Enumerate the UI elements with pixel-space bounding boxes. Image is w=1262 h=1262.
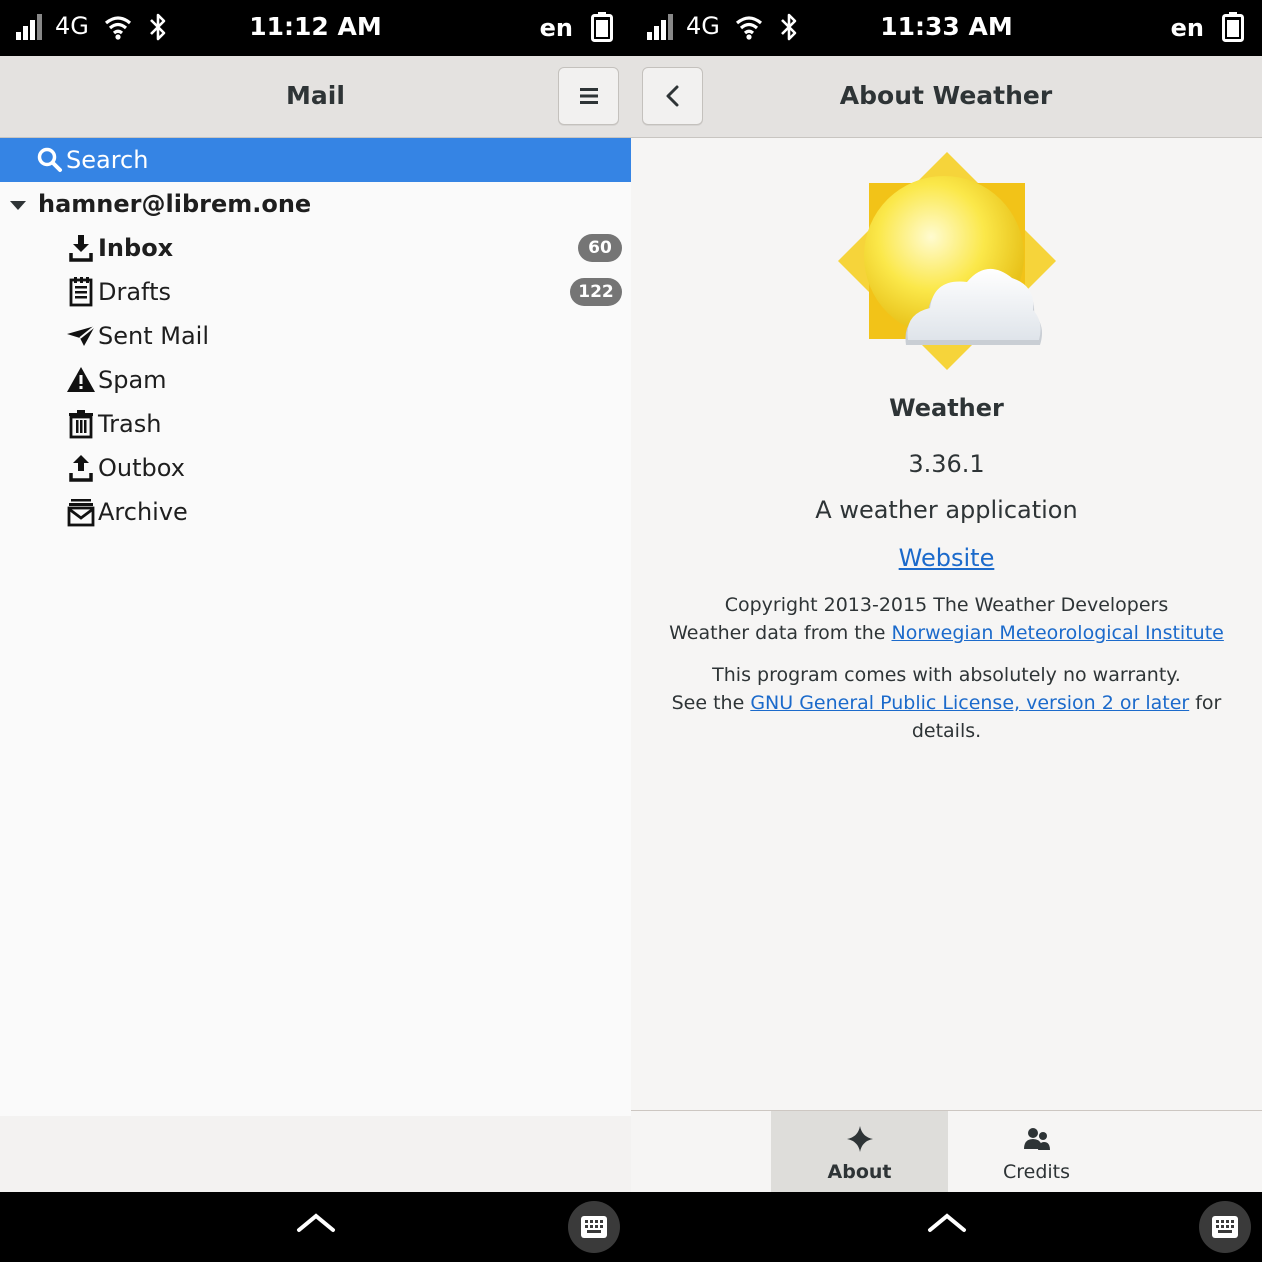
status-bar: 4G 11:33 AM en <box>631 0 1262 56</box>
data-source-text: Weather data from the Norwegian Meteorol… <box>651 619 1242 647</box>
license-text: See the GNU General Public License, vers… <box>661 689 1232 745</box>
sent-icon <box>67 325 96 346</box>
tab-about[interactable]: About <box>771 1111 948 1193</box>
folder-label: Outbox <box>98 454 185 482</box>
about-content: Weather 3.36.1 A weather application Web… <box>631 138 1262 1110</box>
bottom-bar <box>631 1192 1262 1262</box>
weather-app-icon <box>838 152 1056 370</box>
keyboard-language: en <box>1170 14 1204 42</box>
tab-label: About <box>827 1161 892 1183</box>
back-button[interactable] <box>642 67 703 125</box>
folder-list: Search hamner@librem.one Inbox 60 Drafts… <box>0 138 631 1116</box>
back-arrow-icon <box>666 85 679 107</box>
people-icon <box>1024 1128 1050 1150</box>
search-label: Search <box>66 146 149 174</box>
app-description: A weather application <box>815 496 1078 524</box>
tab-label: Credits <box>1002 1161 1071 1183</box>
folder-item-drafts[interactable]: Drafts 122 <box>0 270 631 314</box>
keyboard-icon <box>581 1216 607 1238</box>
page-title: Mail <box>286 81 345 110</box>
battery-icon <box>1222 12 1244 42</box>
folder-item-trash[interactable]: Trash <box>0 402 631 446</box>
archive-icon <box>67 499 95 527</box>
folder-item-outbox[interactable]: Outbox <box>0 446 631 490</box>
warranty-text: This program comes with absolutely no wa… <box>712 664 1181 686</box>
folder-item-spam[interactable]: Spam <box>0 358 631 402</box>
drafts-icon <box>69 277 93 307</box>
status-bar: 4G 11:12 AM en <box>0 0 631 56</box>
license-prefix: See the <box>671 692 751 714</box>
main-menu-button[interactable] <box>558 67 619 125</box>
folder-item-sent[interactable]: Sent Mail <box>0 314 631 358</box>
header-bar: About Weather <box>631 56 1262 138</box>
unread-count-badge: 122 <box>570 278 622 306</box>
tab-credits[interactable]: Credits <box>948 1111 1125 1193</box>
license-link[interactable]: GNU General Public License, version 2 or… <box>750 692 1189 714</box>
unread-count-badge: 60 <box>578 234 622 262</box>
outbox-icon <box>69 455 93 482</box>
folder-label: Drafts <box>98 278 171 306</box>
folder-label: Trash <box>98 410 162 438</box>
inbox-icon <box>69 235 93 262</box>
header-bar: Mail <box>0 56 631 138</box>
view-switcher: About Credits <box>631 1110 1262 1193</box>
chevron-up-icon[interactable] <box>296 1210 336 1234</box>
search-row[interactable]: Search <box>0 138 631 182</box>
bottom-bar <box>0 1192 631 1262</box>
search-icon <box>37 147 62 172</box>
about-weather-screen: 4G 11:33 AM en About Weather Weather 3.3… <box>631 0 1262 1262</box>
footer-area <box>0 1116 631 1192</box>
folder-item-inbox[interactable]: Inbox 60 <box>0 226 631 270</box>
keyboard-toggle-button[interactable] <box>1199 1201 1251 1253</box>
trash-icon <box>69 410 93 439</box>
keyboard-language: en <box>539 14 573 42</box>
mail-screen: 4G 11:12 AM en Mail Search hamner@librem… <box>0 0 631 1262</box>
warranty-block: This program comes with absolutely no wa… <box>661 661 1232 745</box>
clock: 11:12 AM <box>249 12 382 41</box>
app-name: Weather <box>889 394 1004 422</box>
warning-icon <box>67 367 95 392</box>
data-source-prefix: Weather data from the <box>669 622 892 644</box>
folder-label: Inbox <box>98 234 174 262</box>
battery-icon <box>591 12 613 42</box>
account-row[interactable]: hamner@librem.one <box>0 182 631 226</box>
app-version: 3.36.1 <box>908 450 985 478</box>
met-institute-link[interactable]: Norwegian Meteorological Institute <box>891 622 1223 644</box>
chevron-up-icon[interactable] <box>927 1210 967 1234</box>
website-link[interactable]: Website <box>899 544 995 572</box>
keyboard-icon <box>1212 1216 1238 1238</box>
copyright-block: Copyright 2013-2015 The Weather Develope… <box>651 591 1242 647</box>
sparkle-icon <box>847 1126 873 1152</box>
account-email: hamner@librem.one <box>38 190 312 218</box>
folder-label: Spam <box>98 366 167 394</box>
expander-arrow-icon[interactable] <box>10 201 26 210</box>
page-title: About Weather <box>839 81 1053 110</box>
hamburger-menu-icon <box>580 88 598 104</box>
folder-label: Sent Mail <box>98 322 209 350</box>
keyboard-toggle-button[interactable] <box>568 1201 620 1253</box>
folder-label: Archive <box>98 498 188 526</box>
website-row: Website <box>631 544 1262 572</box>
folder-item-archive[interactable]: Archive <box>0 490 631 534</box>
clock: 11:33 AM <box>880 12 1013 41</box>
copyright-text: Copyright 2013-2015 The Weather Develope… <box>724 594 1169 616</box>
